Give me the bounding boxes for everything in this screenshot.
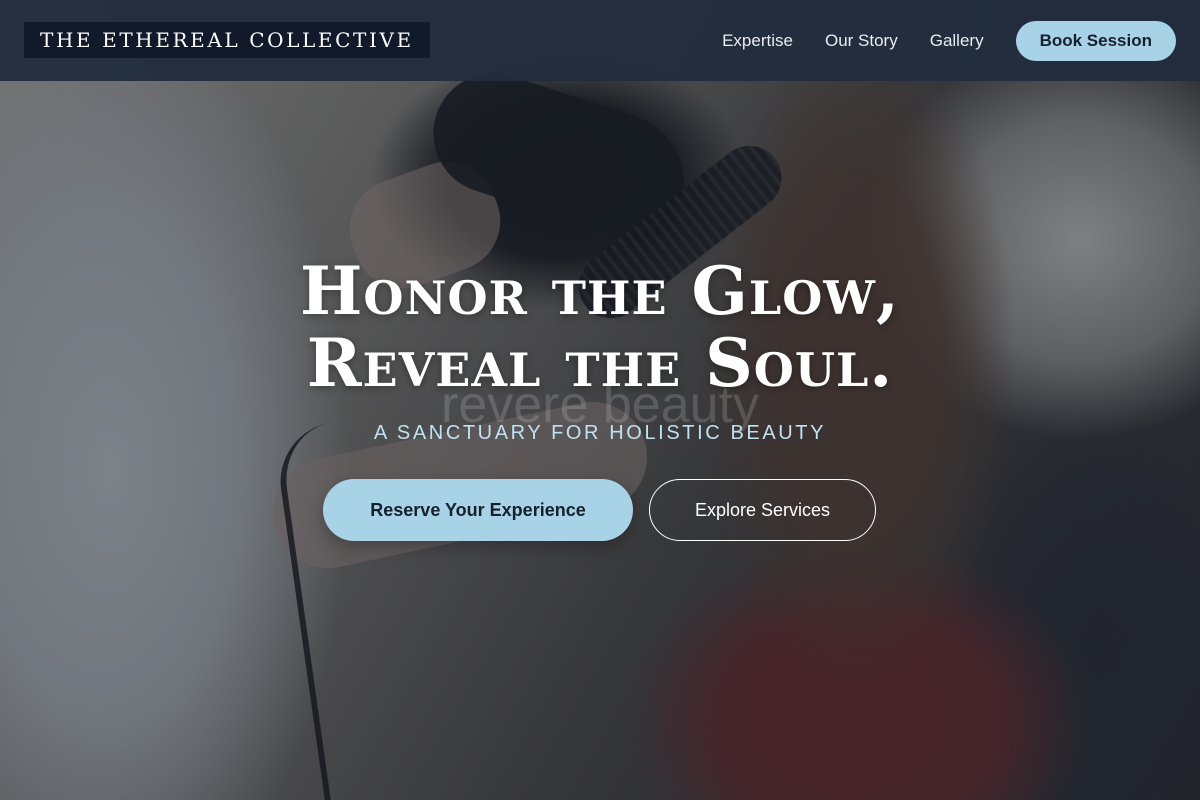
nav-link-expertise[interactable]: Expertise	[722, 31, 793, 51]
site-header: THE ETHEREAL COLLECTIVE Expertise Our St…	[0, 0, 1200, 81]
brand-logo[interactable]: THE ETHEREAL COLLECTIVE	[24, 22, 430, 58]
main-nav: Expertise Our Story Gallery Book Session	[722, 0, 1176, 81]
hero-tagline: A SANCTUARY FOR HOLISTIC BEAUTY	[373, 422, 827, 444]
nav-link-gallery[interactable]: Gallery	[930, 31, 984, 51]
hero-section: Honor the Glow, Reveal the Soul. revere …	[0, 0, 1200, 800]
nav-link-our-story[interactable]: Our Story	[825, 31, 898, 51]
hero-headline-line-1: Honor the Glow,	[300, 252, 900, 330]
book-session-button[interactable]: Book Session	[1015, 20, 1176, 61]
explore-services-button[interactable]: Explore Services	[649, 479, 876, 541]
reserve-experience-button[interactable]: Reserve Your Experience	[323, 479, 633, 541]
